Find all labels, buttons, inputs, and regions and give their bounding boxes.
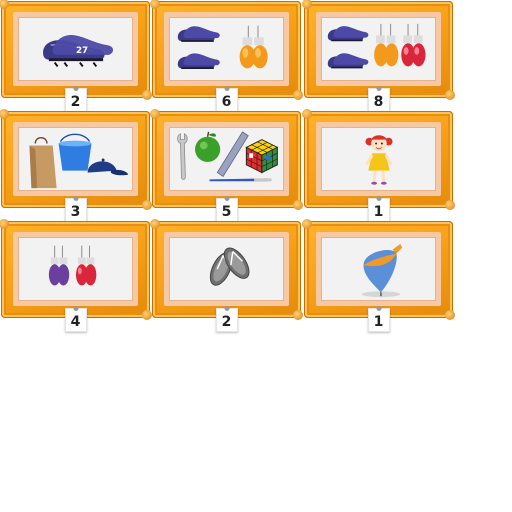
count-number: 2 bbox=[70, 93, 81, 110]
count-number: 5 bbox=[221, 203, 232, 220]
rubiks-cube-icon bbox=[245, 139, 279, 174]
rag-doll-icon bbox=[365, 135, 393, 185]
count-number: 3 bbox=[70, 203, 81, 220]
cap-icon bbox=[87, 158, 129, 176]
count-number: 1 bbox=[373, 313, 384, 330]
picture-canvas bbox=[18, 237, 133, 301]
picture-art bbox=[209, 247, 250, 286]
picture-canvas bbox=[321, 237, 436, 301]
picture-card[interactable]: 5 bbox=[150, 109, 303, 222]
count-tag: 2 bbox=[215, 306, 238, 332]
football-boots-icon bbox=[177, 26, 220, 42]
pin-icon bbox=[73, 196, 78, 201]
picture-card[interactable]: 27 2 bbox=[0, 0, 152, 112]
picture-art bbox=[177, 131, 279, 182]
picture-card[interactable]: 6 bbox=[150, 0, 303, 112]
football-boots-icon bbox=[177, 53, 220, 70]
picture-canvas: 27 bbox=[18, 17, 133, 81]
picture-card[interactable]: 2 bbox=[150, 219, 303, 332]
picture-canvas bbox=[169, 127, 284, 191]
boxing-gloves-icon bbox=[239, 25, 268, 69]
count-number: 6 bbox=[221, 93, 232, 110]
football-boots-icon bbox=[327, 53, 369, 69]
boxing-gloves-icon bbox=[75, 245, 97, 286]
ruler-icon bbox=[216, 131, 249, 177]
count-tag: 5 bbox=[215, 196, 238, 222]
paper-bag-icon bbox=[29, 136, 57, 189]
flip-flops-icon bbox=[209, 247, 250, 286]
pin-icon bbox=[376, 306, 381, 311]
pin-icon bbox=[73, 306, 78, 311]
picture-card[interactable]: 8 bbox=[302, 0, 455, 112]
boxing-gloves-icon bbox=[374, 23, 399, 67]
picture-art bbox=[29, 133, 129, 189]
picture-art bbox=[48, 245, 97, 286]
count-number: 4 bbox=[70, 313, 81, 330]
picture-art bbox=[365, 135, 393, 185]
wrench-icon bbox=[177, 133, 188, 180]
apple-icon bbox=[195, 131, 221, 162]
count-number: 2 bbox=[221, 313, 232, 330]
pen-icon bbox=[209, 178, 272, 182]
picture-art bbox=[177, 25, 268, 70]
picture-canvas bbox=[321, 127, 436, 191]
count-number: 1 bbox=[373, 203, 384, 220]
boxing-gloves-icon bbox=[48, 245, 70, 286]
count-tag: 1 bbox=[367, 196, 390, 222]
pin-icon bbox=[224, 196, 229, 201]
picture-card[interactable]: 4 bbox=[0, 219, 152, 332]
picture-canvas bbox=[169, 17, 284, 81]
count-tag: 3 bbox=[64, 196, 87, 222]
picture-card[interactable]: 1 bbox=[302, 109, 455, 222]
picture-canvas bbox=[321, 17, 436, 81]
bucket-icon bbox=[58, 133, 92, 171]
count-tag: 2 bbox=[64, 86, 87, 112]
count-tag: 6 bbox=[215, 86, 238, 112]
count-tag: 4 bbox=[64, 306, 87, 332]
pin-icon bbox=[224, 306, 229, 311]
spinning-top-icon bbox=[361, 243, 403, 298]
boxing-gloves-icon bbox=[401, 23, 426, 67]
picture-canvas bbox=[18, 127, 133, 191]
count-tag: 1 bbox=[367, 306, 390, 332]
picture-card[interactable]: 3 bbox=[0, 109, 152, 222]
picture-card[interactable]: 1 bbox=[302, 219, 455, 332]
picture-cards-grid: 27 2 6 8 3 5 1 4 2 1 bbox=[0, 0, 455, 332]
count-tag: 8 bbox=[367, 86, 390, 112]
picture-art: 27 bbox=[43, 34, 114, 68]
pin-icon bbox=[376, 196, 381, 201]
picture-canvas bbox=[169, 237, 284, 301]
pin-icon bbox=[376, 86, 381, 91]
football-boots-icon bbox=[327, 26, 369, 42]
svg-text:27: 27 bbox=[76, 46, 88, 56]
football-boots-icon: 27 bbox=[43, 34, 114, 68]
pin-icon bbox=[224, 86, 229, 91]
picture-art bbox=[361, 243, 403, 298]
pin-icon bbox=[73, 86, 78, 91]
count-number: 8 bbox=[373, 93, 384, 110]
picture-art bbox=[327, 23, 426, 69]
